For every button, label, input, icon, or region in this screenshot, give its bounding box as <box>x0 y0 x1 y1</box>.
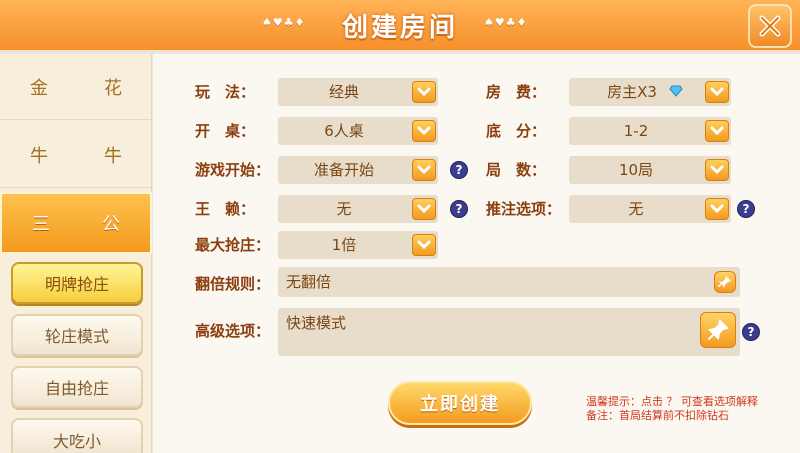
rounds-dropdown-button[interactable] <box>705 159 729 181</box>
double-rule-field[interactable]: 无翻倍 <box>278 267 740 297</box>
game-tab-label-a: 三 <box>32 214 50 235</box>
wild-label: 王 赖： <box>195 200 256 218</box>
pin-icon <box>718 276 731 288</box>
game-tab-label-b: 牛 <box>104 145 122 167</box>
wild-select[interactable]: 无 <box>278 195 438 223</box>
maxbank-label: 最大抢庄： <box>195 236 271 254</box>
mode-button-free-bank[interactable]: 自由抢庄 <box>11 366 143 408</box>
header-bar: ♠♥♣♦ 创建房间 ♠♥♣♦ <box>0 0 800 52</box>
chevron-down-icon <box>710 165 724 175</box>
mode-button-open-bank[interactable]: 明牌抢庄 <box>11 262 143 304</box>
mode-button-rotate-bank[interactable]: 轮庄模式 <box>11 314 143 356</box>
close-icon <box>759 15 781 37</box>
game-tab-jinhua[interactable]: 金 花 <box>0 54 152 120</box>
create-room-button[interactable]: 立即创建 <box>388 381 532 425</box>
game-tab-niuniu[interactable]: 牛 牛 <box>0 122 152 188</box>
chevron-down-icon <box>417 87 431 97</box>
fee-value: 房主X3 <box>607 83 657 101</box>
start-value: 准备开始 <box>313 161 374 179</box>
chevron-down-icon <box>417 165 431 175</box>
rounds-value: 10局 <box>618 161 654 179</box>
table-label: 开 桌： <box>195 122 256 140</box>
start-dropdown-button[interactable] <box>412 159 436 181</box>
advanced-help-icon[interactable]: ? <box>742 323 760 341</box>
close-button[interactable] <box>748 4 792 48</box>
fee-label: 房 费： <box>486 83 547 101</box>
chevron-down-icon <box>417 126 431 136</box>
chevron-down-icon <box>710 126 724 136</box>
chevron-down-icon <box>710 204 724 214</box>
bet-dropdown-button[interactable] <box>705 198 729 220</box>
table-select[interactable]: 6人桌 <box>278 117 438 145</box>
start-label: 游戏开始： <box>195 161 271 179</box>
maxbank-dropdown-button[interactable] <box>412 234 436 256</box>
advanced-field[interactable]: 快速模式 <box>278 308 740 356</box>
game-tab-label-a: 牛 <box>30 145 48 167</box>
maxbank-value: 1倍 <box>331 236 357 254</box>
note-text: 备注：首局结算前不扣除钻石 <box>586 409 729 422</box>
base-value: 1-2 <box>623 122 649 140</box>
settings-panel: 玩 法： 经典 房 费： 房主X3 开 桌： 6人桌 底 分： 1-2 游戏开始… <box>153 54 800 453</box>
diamond-icon <box>669 85 683 97</box>
game-tab-sangong[interactable]: 三 公 <box>0 192 152 254</box>
page-title: 创建房间 <box>341 13 458 43</box>
double-rule-value: 无翻倍 <box>286 273 332 291</box>
suit-decoration-right: ♠♥♣♦ <box>484 16 528 29</box>
advanced-label: 高级选项： <box>195 322 271 340</box>
fee-dropdown-button[interactable] <box>705 81 729 103</box>
start-help-icon[interactable]: ? <box>450 161 468 179</box>
rounds-label: 局 数： <box>486 161 547 179</box>
rounds-select[interactable]: 10局 <box>569 156 731 184</box>
chevron-down-icon <box>710 87 724 97</box>
bet-value: 无 <box>628 200 644 218</box>
table-value: 6人桌 <box>324 122 364 140</box>
game-tab-label-a: 金 <box>30 77 48 99</box>
base-label: 底 分： <box>486 122 547 140</box>
chevron-down-icon <box>417 204 431 214</box>
bet-help-icon[interactable]: ? <box>737 200 755 218</box>
double-label: 翻倍规则： <box>195 275 271 293</box>
fee-select[interactable]: 房主X3 <box>569 78 731 106</box>
bet-select[interactable]: 无 <box>569 195 731 223</box>
pin-icon <box>707 319 729 341</box>
game-sidebar: 金 花 牛 牛 三 公 明牌抢庄 轮庄模式 自由抢庄 大吃小 <box>0 54 152 453</box>
double-rule-edit-button[interactable] <box>714 271 736 293</box>
table-dropdown-button[interactable] <box>412 120 436 142</box>
play-dropdown-button[interactable] <box>412 81 436 103</box>
wild-help-icon[interactable]: ? <box>450 200 468 218</box>
play-label: 玩 法： <box>195 83 256 101</box>
game-tab-label-b: 公 <box>102 214 120 235</box>
play-value: 经典 <box>328 83 359 101</box>
advanced-value: 快速模式 <box>286 314 347 332</box>
start-select[interactable]: 准备开始 <box>278 156 438 184</box>
game-tab-label-b: 花 <box>104 77 122 99</box>
mode-button-big-eat-small[interactable]: 大吃小 <box>11 418 143 453</box>
base-select[interactable]: 1-2 <box>569 117 731 145</box>
chevron-down-icon <box>417 240 431 250</box>
wild-value: 无 <box>336 200 352 218</box>
tip-text: 温馨提示：点击 ？ 可查看选项解释 <box>586 395 758 408</box>
maxbank-select[interactable]: 1倍 <box>278 231 438 259</box>
wild-dropdown-button[interactable] <box>412 198 436 220</box>
bet-label: 推注选项： <box>486 200 562 218</box>
advanced-edit-button[interactable] <box>700 312 736 348</box>
base-dropdown-button[interactable] <box>705 120 729 142</box>
play-select[interactable]: 经典 <box>278 78 438 106</box>
